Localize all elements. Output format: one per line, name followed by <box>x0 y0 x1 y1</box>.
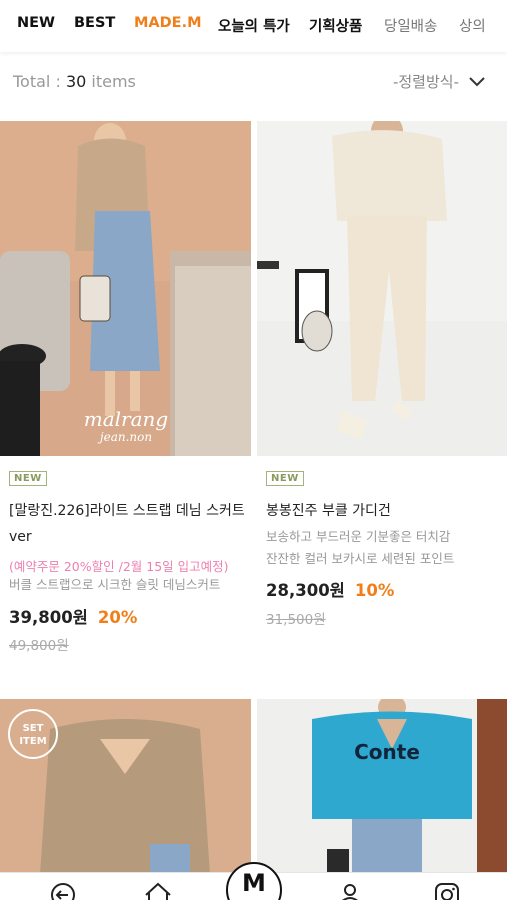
product-description: 버클 스트랩으로 시크한 슬릿 데님스커트 <box>9 577 221 592</box>
product-image[interactable]: SET ITEM <box>0 699 251 874</box>
product-image[interactable]: Conte <box>257 699 507 874</box>
original-price: 49,800원 <box>9 638 69 654</box>
original-price: 31,500원 <box>266 612 326 628</box>
user-icon[interactable] <box>335 881 365 900</box>
sale-price: 28,300원 <box>266 581 345 600</box>
product-name[interactable]: [말랑진.226]라이트 스트랩 데님 스커트ver <box>9 498 249 550</box>
watermark-sub: jean.non <box>97 430 152 444</box>
product-description-line2: 잔잔한 컬러 보카시로 세련된 포인트 <box>266 551 455 566</box>
list-toolbar: Total : 30 items -정렬방식- <box>0 52 507 112</box>
discount-rate: 20% <box>97 608 138 627</box>
total-count: 30 <box>65 72 87 91</box>
product-price: 28,300원 10% <box>266 577 394 601</box>
set-badge-line1: SET <box>23 723 44 734</box>
tab-today-special[interactable]: 오늘의 특가 <box>218 15 290 36</box>
discount-rate: 10% <box>354 581 395 600</box>
total-unit: items <box>91 72 136 91</box>
sort-dropdown[interactable]: -정렬방식- <box>393 71 485 92</box>
product-name[interactable]: 봉봉진주 부클 가디건 <box>266 498 506 524</box>
tab-best[interactable]: BEST <box>74 15 115 31</box>
product-image[interactable] <box>257 121 507 456</box>
total-label: Total : <box>13 72 61 91</box>
tab-same-day-delivery[interactable]: 당일배송 <box>384 15 437 36</box>
new-badge: NEW <box>266 471 304 486</box>
instagram-icon[interactable] <box>432 881 462 900</box>
product-price: 39,800원 20% <box>9 604 137 628</box>
sale-price: 39,800원 <box>9 608 88 627</box>
new-badge: NEW <box>9 471 47 486</box>
logo-m-icon: M <box>242 869 266 897</box>
set-badge-line2: ITEM <box>19 736 46 747</box>
chevron-down-icon <box>469 76 485 86</box>
sweatshirt-print: Conte <box>354 740 420 764</box>
tab-made-m[interactable]: MADE.M <box>134 15 202 31</box>
product-description-line1: 보송하고 부드러운 기분좋은 터치감 <box>266 529 451 544</box>
home-icon[interactable] <box>143 881 173 900</box>
tab-new[interactable]: NEW <box>17 15 55 31</box>
product-image[interactable]: malrang jean.non <box>0 121 251 456</box>
item-count: Total : 30 items <box>13 72 136 91</box>
tab-planned-products[interactable]: 기획상품 <box>309 15 362 36</box>
sort-label: -정렬방식- <box>392 73 459 91</box>
watermark-main: malrang <box>84 407 168 431</box>
back-icon[interactable] <box>48 881 78 900</box>
tab-tops[interactable]: 상의 <box>459 15 486 36</box>
category-tabs: NEW BEST MADE.M 오늘의 특가 기획상품 당일배송 상의 <box>0 0 507 52</box>
